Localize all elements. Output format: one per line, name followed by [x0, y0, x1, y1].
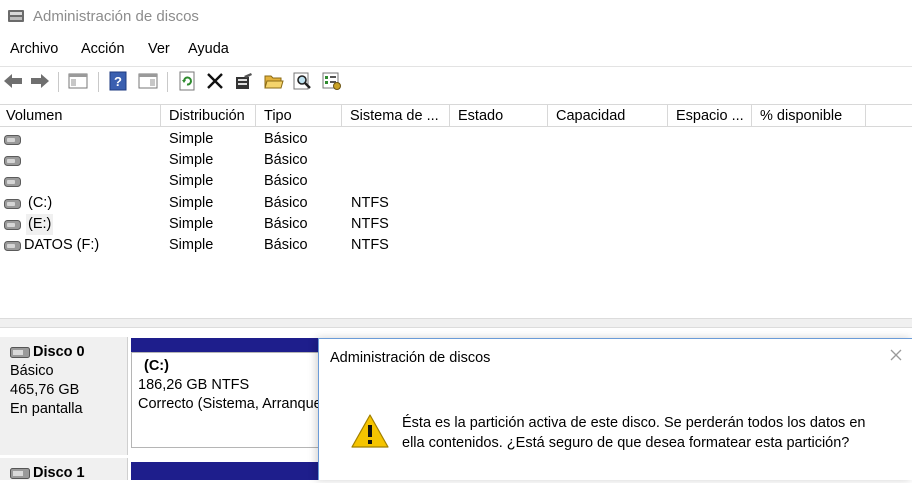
menu-ver[interactable]: Ver — [148, 41, 170, 57]
title-bar: Administración de discos — [0, 0, 912, 34]
toolbar-separator — [58, 72, 59, 92]
toolbar: ? — [0, 66, 912, 96]
table-row[interactable]: Simple Básico — [0, 171, 912, 192]
volume-drive-icon — [4, 156, 21, 166]
volume-drive-icon — [4, 199, 21, 209]
cell-layout: Simple — [169, 173, 214, 189]
cell-volume: (C:) — [28, 195, 53, 211]
settings-icon — [322, 72, 341, 90]
cell-layout: Simple — [169, 131, 214, 147]
refresh-button[interactable] — [176, 70, 198, 92]
dialog-message-line-2: ella contenidos. ¿Está seguro de que des… — [402, 435, 850, 451]
warning-icon — [351, 414, 389, 448]
properties-pane-button[interactable] — [137, 70, 159, 92]
cell-layout: Simple — [169, 216, 214, 232]
volume-list-header: Volumen Distribución Tipo Sistema de ...… — [0, 104, 912, 127]
cell-type: Básico — [264, 131, 308, 147]
confirm-format-dialog: Administración de discos Ésta es la part… — [318, 338, 912, 480]
dialog-message: Ésta es la partición activa de este disc… — [402, 413, 892, 453]
column-header-capacidad[interactable]: Capacidad — [548, 105, 668, 127]
disk-1-name: Disco 1 — [33, 465, 85, 481]
disk-management-window: Administración de discos Archivo Acción … — [0, 0, 912, 481]
properties-button[interactable] — [233, 70, 255, 92]
partition-c-status: Correcto (Sistema, Arranque — [138, 396, 321, 412]
menu-archivo[interactable]: Archivo — [10, 41, 58, 57]
toolbar-separator — [167, 72, 168, 92]
help-button[interactable]: ? — [107, 70, 129, 92]
column-header-disponible[interactable]: % disponible — [752, 105, 866, 127]
table-row[interactable]: (C:) Simple Básico NTFS — [0, 193, 912, 214]
volume-drive-icon — [4, 220, 21, 230]
column-header-espacio[interactable]: Espacio ... — [668, 105, 752, 127]
settings-button[interactable] — [321, 70, 343, 92]
toolbar-separator — [98, 72, 99, 92]
dialog-title: Administración de discos — [330, 350, 491, 366]
table-row[interactable]: Simple Básico — [0, 150, 912, 171]
column-header-volumen[interactable]: Volumen — [0, 105, 161, 127]
hard-disk-icon — [10, 347, 30, 358]
cell-layout: Simple — [169, 237, 214, 253]
cell-fs: NTFS — [351, 216, 389, 232]
disk-0-info[interactable]: Disco 0 Básico 465,76 GB En pantalla — [0, 337, 128, 455]
forward-button[interactable] — [29, 70, 51, 92]
disk-0-name: Disco 0 — [33, 344, 85, 360]
open-folder-icon — [264, 75, 284, 89]
svg-text:?: ? — [114, 74, 122, 89]
dialog-message-line-1: Ésta es la partición activa de este disc… — [402, 415, 866, 431]
pane-splitter[interactable] — [0, 318, 912, 328]
close-icon[interactable] — [888, 347, 904, 363]
cell-type: Básico — [264, 216, 308, 232]
cell-type: Básico — [264, 237, 308, 253]
partition-c-label: (C:) — [144, 358, 169, 374]
volume-list: Volumen Distribución Tipo Sistema de ...… — [0, 104, 912, 318]
properties-pane-icon — [138, 73, 158, 89]
column-header-distribucion[interactable]: Distribución — [161, 105, 256, 127]
cell-fs: NTFS — [351, 195, 389, 211]
table-row[interactable]: (E:) Simple Básico NTFS — [0, 214, 912, 235]
column-header-tipo[interactable]: Tipo — [256, 105, 342, 127]
cell-volume: (E:) — [26, 214, 54, 235]
forward-arrow-icon — [31, 74, 49, 88]
search-icon — [293, 72, 311, 90]
volume-drive-icon — [4, 241, 21, 251]
table-row[interactable]: Simple Básico — [0, 129, 912, 150]
disk-1-partition-bar — [131, 462, 321, 480]
cell-layout: Simple — [169, 152, 214, 168]
menu-accion[interactable]: Acción — [81, 41, 125, 57]
console-tree-icon — [68, 73, 88, 89]
window-title: Administración de discos — [33, 8, 199, 25]
hard-disk-icon — [10, 468, 30, 479]
partition-c[interactable]: (C:) 186,26 GB NTFS Correcto (Sistema, A… — [131, 352, 321, 448]
column-header-estado[interactable]: Estado — [450, 105, 548, 127]
cell-type: Básico — [264, 195, 308, 211]
refresh-icon — [179, 71, 195, 91]
disk-0-size: 465,76 GB — [10, 382, 80, 398]
table-row[interactable]: DATOS (F:) Simple Básico NTFS — [0, 235, 912, 256]
properties-icon — [236, 73, 252, 89]
console-tree-button[interactable] — [67, 70, 89, 92]
menu-bar: Archivo Acción Ver Ayuda — [0, 38, 912, 62]
back-arrow-icon — [4, 74, 22, 88]
cell-volume: DATOS (F:) — [24, 237, 100, 253]
menu-ayuda[interactable]: Ayuda — [188, 41, 229, 57]
open-button[interactable] — [263, 70, 285, 92]
cell-type: Básico — [264, 173, 308, 189]
column-header-sistema[interactable]: Sistema de ... — [342, 105, 450, 127]
cell-layout: Simple — [169, 195, 214, 211]
partition-c-bar — [131, 338, 321, 352]
delete-button[interactable] — [204, 70, 226, 92]
cell-fs: NTFS — [351, 237, 389, 253]
search-button[interactable] — [292, 70, 314, 92]
disk-1-info[interactable]: Disco 1 — [0, 458, 128, 481]
delete-icon — [207, 73, 223, 89]
disk-0-status: En pantalla — [10, 401, 83, 417]
cell-type: Básico — [264, 152, 308, 168]
back-button[interactable] — [2, 70, 24, 92]
partition-c-size: 186,26 GB NTFS — [138, 377, 250, 393]
disk-0-type: Básico — [10, 363, 54, 379]
volume-drive-icon — [4, 177, 21, 187]
disk-management-icon — [8, 10, 24, 22]
help-icon: ? — [109, 71, 127, 91]
volume-drive-icon — [4, 135, 21, 145]
